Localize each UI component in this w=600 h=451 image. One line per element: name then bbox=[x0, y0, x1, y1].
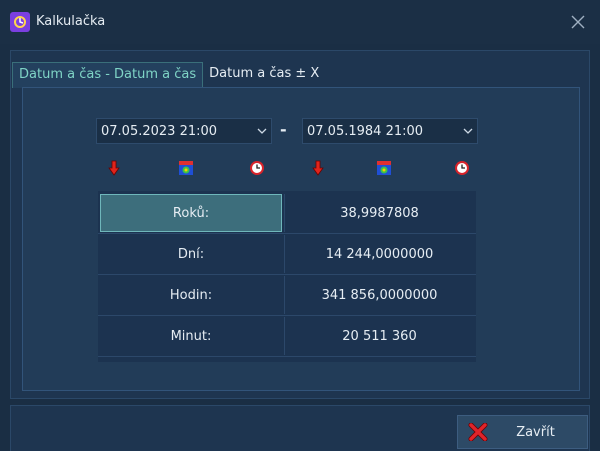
result-row-years[interactable]: Roků: 38,9987808 bbox=[98, 193, 476, 234]
tab-strip: Datum a čas - Datum a čas Datum a čas ± … bbox=[12, 62, 325, 88]
date-from-value: 07.05.2023 21:00 bbox=[101, 123, 218, 139]
calculator-app-icon bbox=[10, 12, 30, 32]
window-title: Kalkulačka bbox=[36, 14, 106, 29]
title-bar: Kalkulačka bbox=[0, 0, 600, 44]
close-button-label: Zavřít bbox=[516, 424, 555, 440]
result-value[interactable]: 38,9987808 bbox=[284, 194, 474, 232]
result-value[interactable]: 20 511 360 bbox=[284, 317, 474, 355]
down-arrow-icon[interactable] bbox=[104, 158, 124, 178]
date-from-select[interactable]: 07.05.2023 21:00 bbox=[96, 118, 272, 144]
date-to-value: 07.05.1984 21:00 bbox=[307, 123, 424, 139]
result-row-minutes[interactable]: Minut: 20 511 360 bbox=[98, 316, 476, 357]
minus-operator: - bbox=[280, 120, 287, 139]
red-x-icon bbox=[458, 423, 498, 441]
result-label[interactable]: Hodin: bbox=[100, 276, 282, 314]
down-arrow-icon[interactable] bbox=[308, 158, 328, 178]
date-to-select[interactable]: 07.05.1984 21:00 bbox=[302, 118, 478, 144]
result-label[interactable]: Dní: bbox=[100, 235, 282, 273]
chevron-down-icon bbox=[253, 128, 271, 134]
result-label[interactable]: Minut: bbox=[100, 317, 282, 355]
results-grid: Roků: 38,9987808 Dní: 14 244,0000000 Hod… bbox=[98, 191, 476, 362]
window-close-icon[interactable] bbox=[564, 8, 592, 36]
clock-icon[interactable] bbox=[247, 158, 267, 178]
calendar-icon[interactable] bbox=[176, 158, 196, 178]
chevron-down-icon bbox=[459, 128, 477, 134]
result-value[interactable]: 14 244,0000000 bbox=[284, 235, 474, 273]
result-value[interactable]: 341 856,0000000 bbox=[284, 276, 474, 314]
result-label[interactable]: Roků: bbox=[100, 194, 282, 232]
tab-datetime-diff[interactable]: Datum a čas - Datum a čas bbox=[12, 62, 204, 88]
close-button[interactable]: Zavřít bbox=[457, 415, 588, 449]
clock-icon[interactable] bbox=[452, 158, 472, 178]
tab-datetime-plus-x[interactable]: Datum a čas ± X bbox=[203, 62, 325, 88]
result-row-hours[interactable]: Hodin: 341 856,0000000 bbox=[98, 275, 476, 316]
result-row-days[interactable]: Dní: 14 244,0000000 bbox=[98, 234, 476, 275]
calendar-icon[interactable] bbox=[374, 158, 394, 178]
